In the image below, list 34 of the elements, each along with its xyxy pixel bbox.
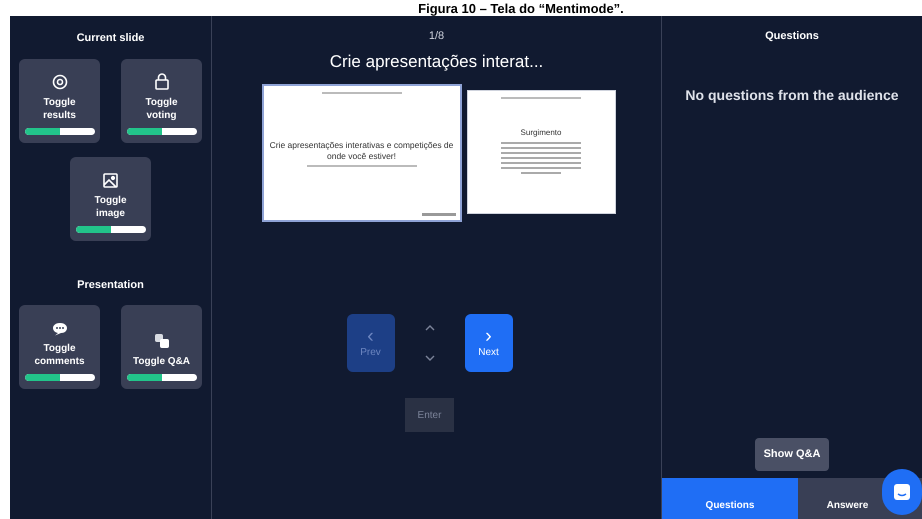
slide-heading: Crie apresentações interativas e competições de onde você estiver! [268, 140, 454, 162]
chat-icon [893, 483, 911, 501]
toggle-label: Toggle image [93, 194, 128, 220]
section-title: Current slide [76, 31, 144, 46]
section-title: Presentation [77, 278, 144, 292]
chevron-down-icon[interactable] [424, 355, 434, 361]
figure-caption: Figura 10 – Tela do “Mentimode”. [418, 2, 624, 14]
toggle-label: Toggle comments [33, 342, 86, 368]
toggle-card[interactable]: Toggle results [19, 58, 100, 142]
tab[interactable]: Questions [662, 478, 798, 519]
speech-bubble-icon [52, 322, 68, 336]
toggle-card[interactable]: Toggle Q&A [121, 305, 202, 389]
panel-title: Questions [765, 29, 819, 44]
slide-counter: 1/8 [428, 29, 444, 44]
lock-icon [154, 72, 168, 90]
chevron-up-icon[interactable] [424, 325, 434, 331]
chat-button[interactable] [882, 469, 922, 515]
slide-thumbnail[interactable]: Surgimento [466, 90, 616, 214]
slide-heading: Surgimento [520, 126, 562, 138]
toggle-label: Toggle Q&A [132, 355, 192, 368]
toggle-label: Toggle results [42, 96, 77, 122]
eye-icon [52, 74, 68, 90]
toggle-card[interactable]: Toggle image [70, 156, 151, 240]
toggle-label: Toggle voting [144, 96, 179, 122]
toggle-card[interactable]: Toggle voting [121, 58, 202, 142]
tab[interactable]: Answere [798, 478, 881, 519]
image-icon [103, 172, 118, 188]
slide-title: Crie apresentações interat... [330, 50, 544, 73]
slide-thumbnail[interactable]: Crie apresentações interativas e competições de onde você estiver! [262, 84, 462, 222]
nav-button[interactable]: › Next [464, 314, 512, 372]
toggle-card[interactable]: Toggle comments [19, 305, 100, 389]
show-qa-button[interactable]: Show Q&A [755, 438, 829, 471]
empty-message: No questions from the audience [685, 86, 899, 105]
squares-icon [154, 333, 170, 349]
